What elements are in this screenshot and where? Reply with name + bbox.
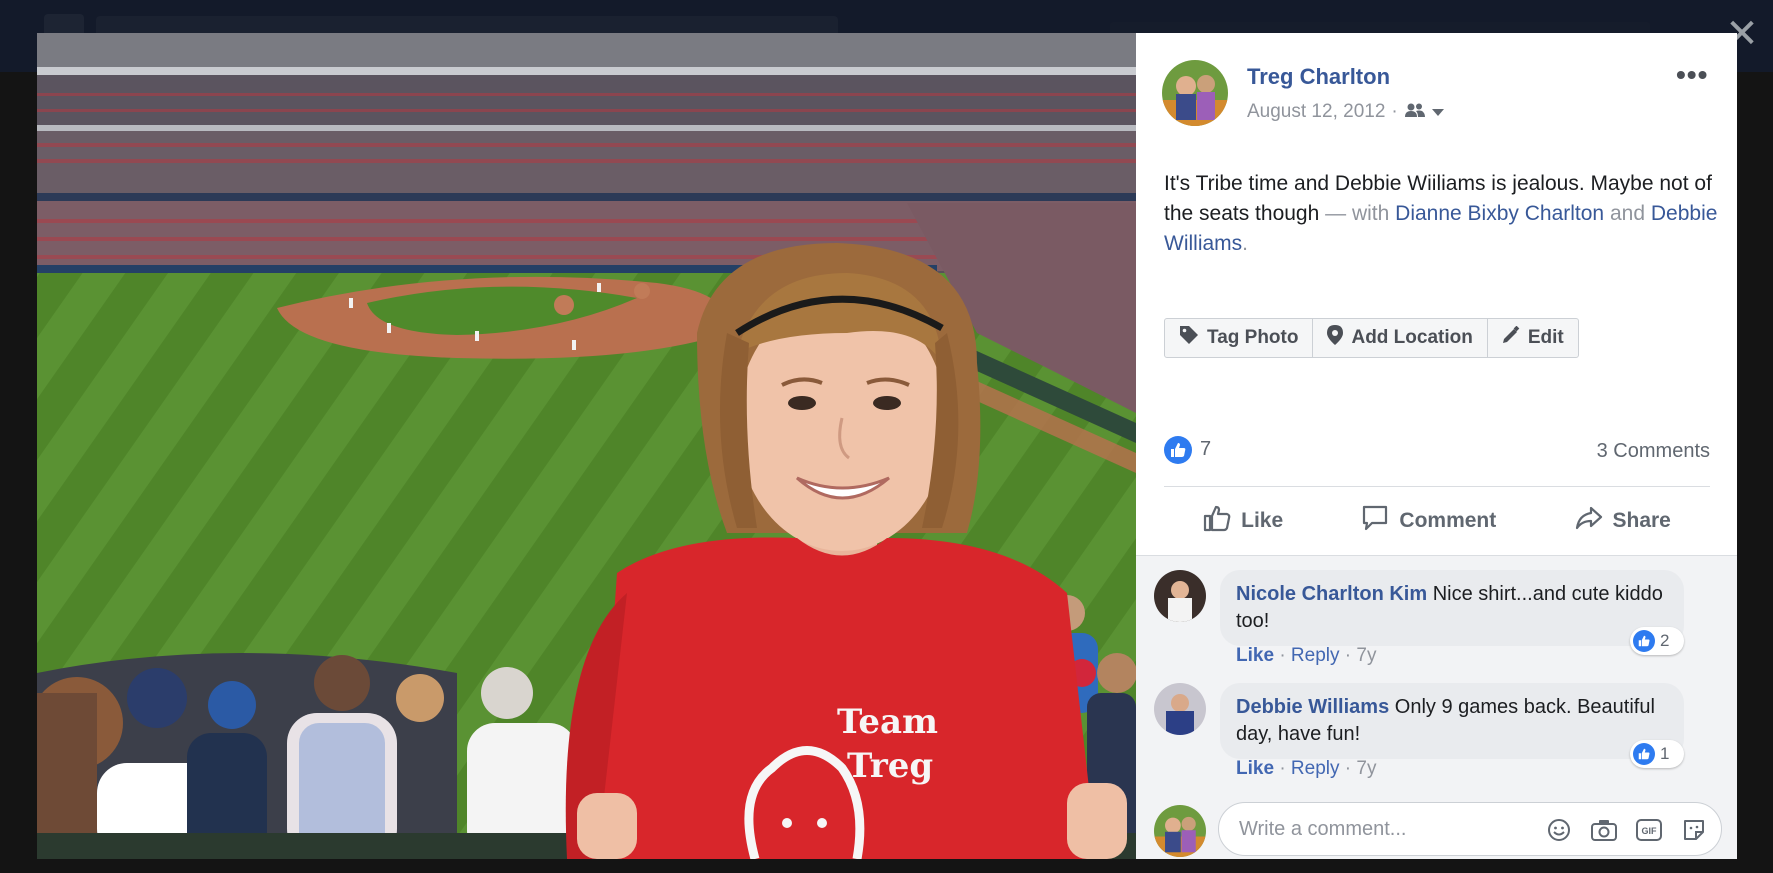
caption-and: and [1609, 202, 1646, 225]
post-meta: August 12, 2012 · [1247, 101, 1444, 123]
post-photo[interactable]: Team Treg [37, 33, 1136, 859]
comment-input-icons: GIF [1545, 816, 1707, 843]
add-location-button[interactable]: Add Location [1313, 319, 1488, 357]
gif-icon[interactable]: GIF [1635, 816, 1662, 843]
tag-photo-button[interactable]: Tag Photo [1165, 319, 1314, 357]
photo-action-bar: Tag Photo Add Location Edit [1164, 318, 1579, 358]
comments-count-link[interactable]: 3 Comments [1597, 440, 1710, 463]
author-avatar[interactable] [1162, 60, 1228, 126]
edit-button[interactable]: Edit [1488, 319, 1578, 357]
meta-separator: · [1391, 101, 1398, 122]
emoji-icon[interactable] [1545, 816, 1572, 843]
shirt-text-line2: Treg [847, 746, 933, 786]
comment-bubble: Debbie Williams Only 9 games back. Beaut… [1220, 683, 1684, 759]
like-button[interactable]: Like [1203, 495, 1283, 547]
comment-input[interactable] [1239, 803, 1509, 855]
caption-with: — with [1325, 202, 1390, 225]
add-location-label: Add Location [1351, 327, 1473, 348]
post-sidebar: Treg Charlton August 12, 2012 · ••• It's… [1136, 33, 1737, 859]
comment-reply-link[interactable]: Reply [1291, 645, 1340, 666]
like-reaction-icon [1633, 743, 1655, 765]
edit-label: Edit [1527, 327, 1564, 348]
comment-label: Comment [1399, 509, 1497, 532]
author-name[interactable]: Treg Charlton [1247, 64, 1390, 90]
meta-separator: · [1344, 645, 1352, 666]
meta-separator: · [1279, 758, 1286, 779]
thumbs-up-icon [1203, 504, 1231, 538]
more-options-button[interactable]: ••• [1676, 59, 1708, 91]
comment-bubble: Nicole Charlton Kim Nice shirt...and cut… [1220, 570, 1684, 646]
comment-age[interactable]: 7y [1356, 758, 1376, 779]
svg-text:GIF: GIF [1641, 826, 1657, 836]
write-comment-row: GIF [1136, 802, 1737, 859]
ballpark-photo-illustration: Team Treg [37, 33, 1136, 859]
comment-like-link[interactable]: Like [1236, 645, 1274, 666]
like-label: Like [1241, 509, 1284, 532]
camera-icon[interactable] [1590, 816, 1617, 843]
comment-input-box: GIF [1218, 802, 1722, 856]
comments-section: Nicole Charlton Kim Nice shirt...and cut… [1136, 555, 1737, 813]
comment-like-link[interactable]: Like [1236, 758, 1274, 779]
comment-reaction-count: 2 [1660, 631, 1670, 650]
post-caption: It's Tribe time and Debbie Wiiliams is j… [1164, 169, 1724, 259]
comment-reaction-count: 1 [1660, 744, 1670, 763]
shirt-text-line1: Team [837, 702, 938, 742]
post-action-buttons: Like Comment Share [1164, 495, 1710, 547]
reaction-count[interactable]: 7 [1200, 438, 1211, 461]
comment-reactions[interactable]: 1 [1630, 740, 1684, 768]
share-button[interactable]: Share [1575, 495, 1671, 547]
share-label: Share [1612, 509, 1671, 532]
commenter-name[interactable]: Nicole Charlton Kim [1236, 583, 1427, 605]
comment-meta: Like · Reply · 7y [1236, 758, 1376, 780]
sticker-icon[interactable] [1680, 816, 1707, 843]
reactions-summary: 7 3 Comments [1164, 434, 1710, 466]
divider [1164, 486, 1710, 487]
like-reaction-icon [1633, 630, 1655, 652]
location-pin-icon [1327, 325, 1344, 351]
friends-icon[interactable] [1404, 102, 1426, 122]
comment-age[interactable]: 7y [1356, 645, 1376, 666]
meta-separator: · [1279, 645, 1286, 666]
pencil-icon [1502, 325, 1520, 350]
tag-photo-label: Tag Photo [1207, 327, 1299, 348]
comment-reply-link[interactable]: Reply [1291, 758, 1340, 779]
tagged-person-link[interactable]: Dianne Bixby Charlton [1395, 202, 1604, 225]
comment-reactions[interactable]: 2 [1630, 627, 1684, 655]
share-arrow-icon [1575, 504, 1603, 538]
commenter-avatar[interactable] [1154, 683, 1206, 735]
comment-meta: Like · Reply · 7y [1236, 645, 1376, 667]
current-user-avatar [1154, 805, 1206, 857]
chevron-down-icon[interactable] [1431, 101, 1444, 123]
comment-button[interactable]: Comment [1361, 495, 1496, 547]
post-date[interactable]: August 12, 2012 [1247, 101, 1385, 123]
commenter-name[interactable]: Debbie Williams [1236, 696, 1389, 718]
commenter-avatar[interactable] [1154, 570, 1206, 622]
comment-bubble-icon [1361, 504, 1389, 538]
meta-separator: · [1344, 758, 1352, 779]
caption-period: . [1242, 232, 1248, 255]
like-reaction-icon[interactable] [1164, 436, 1192, 464]
tag-icon [1179, 325, 1199, 351]
